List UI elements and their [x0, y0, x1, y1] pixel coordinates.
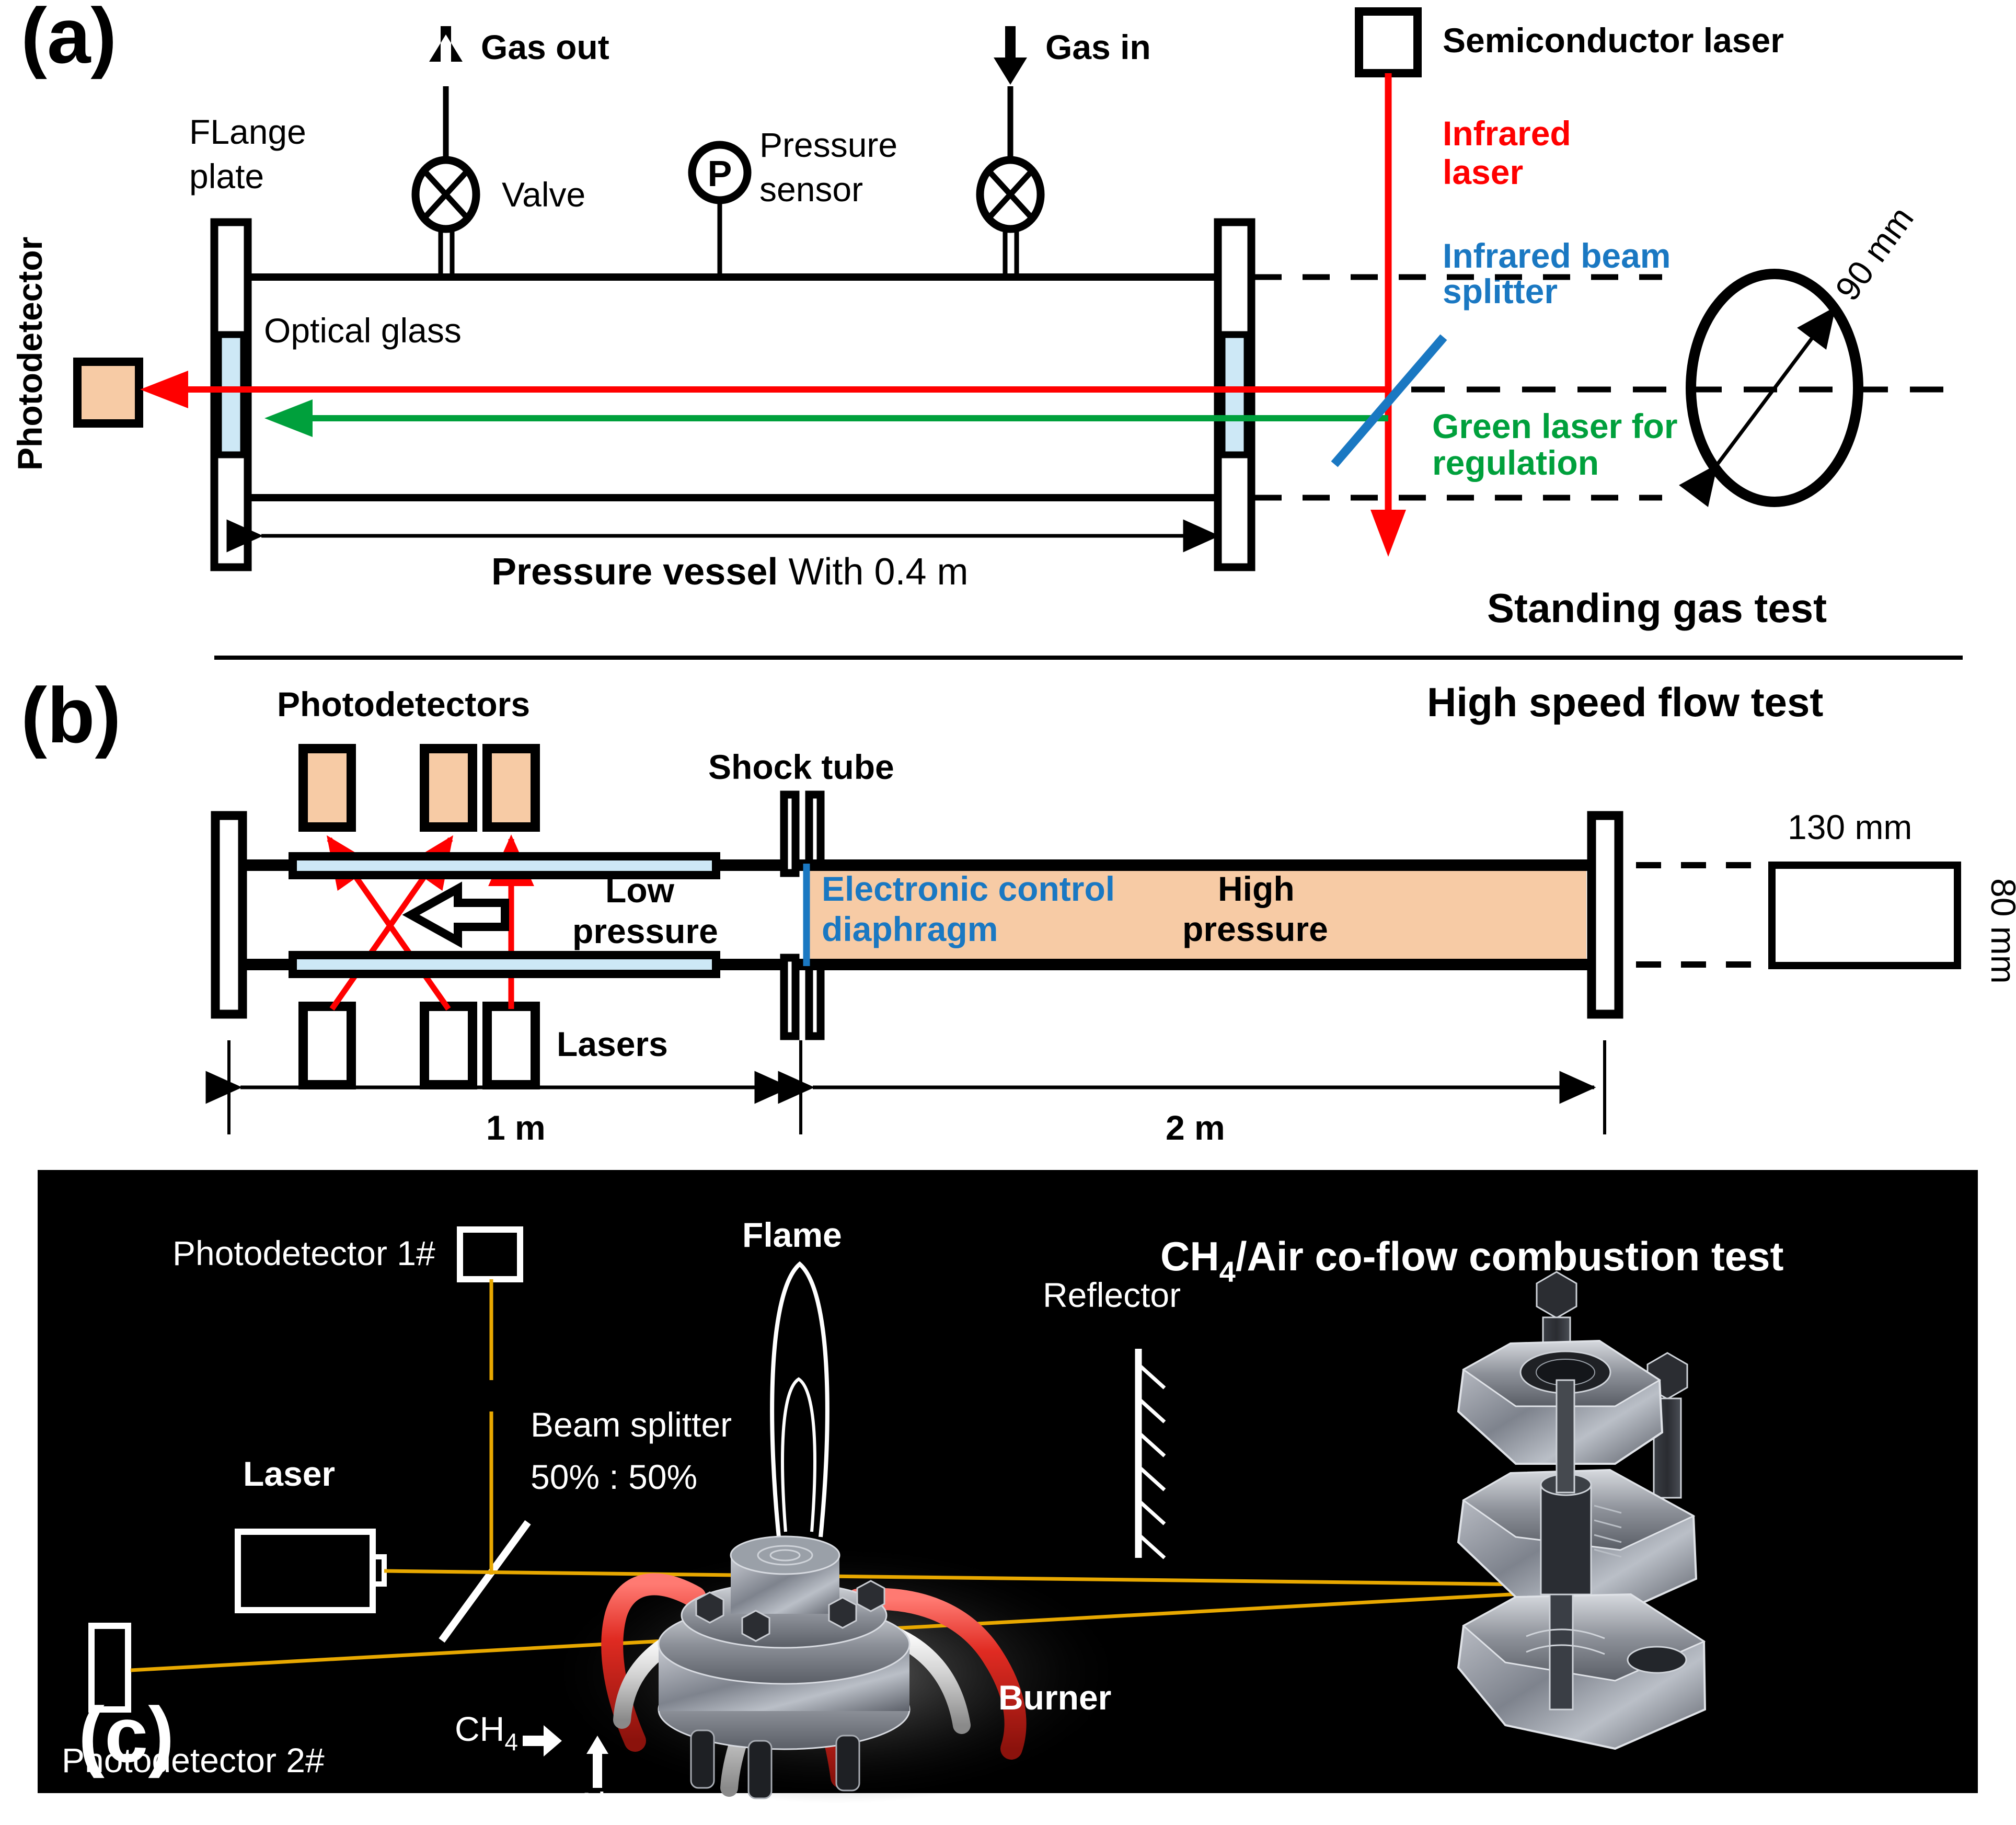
shock-tube-left-flange	[211, 811, 247, 1019]
shock-tube-cross-section	[1768, 862, 1961, 969]
pressure-sensor-label-1: Pressure	[759, 125, 897, 164]
cad-center-rod	[1556, 1379, 1575, 1494]
pressure-sensor-icon: P	[688, 141, 752, 277]
laser-box-3	[482, 1002, 540, 1089]
photodetector-box-1	[298, 744, 356, 832]
green-beam-arrow	[264, 399, 313, 437]
panel-a-id: (a)	[21, 0, 117, 79]
photodetector-1-label: Photodetector 1#	[172, 1234, 435, 1272]
high-pressure-label-2: pressure	[1182, 910, 1328, 948]
infrared-beam-arrowhead	[1370, 510, 1406, 557]
section-width-label: 130 mm	[1788, 808, 1912, 846]
burner-label: Burner	[998, 1678, 1111, 1717]
low-pressure-label-1: Low	[605, 871, 675, 910]
vessel-length-label: Pressure vessel With 0.4 m	[491, 551, 969, 593]
flange-plate-label-1: FLange	[189, 112, 306, 151]
photodetector-2-label: Photodetector 2#	[62, 1741, 325, 1780]
panel-c-title-sub: 4	[1219, 1255, 1236, 1288]
panel-a: (a) Gas out Gas in Valve P Pressure sens…	[10, 0, 1965, 631]
shock-tube-right-flange	[1587, 811, 1623, 1019]
gas-in-label: Gas in	[1045, 28, 1151, 66]
diaphragm-label-1: Electronic control	[822, 869, 1115, 908]
gas-out-label: Gas out	[481, 28, 609, 66]
pressure-sensor-label-2: sensor	[759, 170, 863, 209]
valve-gas-out-icon	[411, 156, 480, 277]
flange-plate-label-2: plate	[189, 157, 264, 196]
infrared-laser-label-2: laser	[1443, 153, 1523, 191]
optical-glass-right	[1218, 331, 1251, 458]
panel-b: (b) High speed flow test Photodetectors …	[21, 671, 2016, 1147]
left-flange-plate	[210, 218, 252, 571]
vessel-length-bold: Pressure vessel	[491, 551, 778, 593]
photodetector-box-2	[420, 744, 477, 832]
vessel-length-rest: With 0.4 m	[778, 551, 968, 593]
photodetectors-label: Photodetectors	[277, 685, 530, 724]
ch4-prefix: CH	[455, 1709, 504, 1748]
photodetector-box	[73, 358, 143, 428]
pressure-sensor-symbol: P	[708, 153, 732, 194]
burner-nozzle-top	[730, 1535, 840, 1575]
air-label: Air	[575, 1785, 617, 1824]
dim-driven-label: 1 m	[486, 1108, 546, 1147]
panel-c-title-prefix: CH	[1160, 1233, 1219, 1279]
shock-flow-arrow-icon	[402, 881, 509, 948]
gas-in-arrow-icon	[994, 26, 1027, 85]
semiconductor-laser-label: Semiconductor laser	[1443, 21, 1784, 60]
photodetector-box-3	[482, 744, 540, 832]
diaphragm-label-2: diaphragm	[822, 910, 998, 948]
driven-window-bottom	[289, 951, 720, 978]
infrared-beam-detector-arrow	[140, 371, 188, 408]
ch4-sub: 4	[504, 1728, 518, 1755]
beam-splitter-label-1: Infrared beam	[1443, 236, 1671, 275]
gas-out-group: Gas out	[429, 26, 609, 162]
flame-label: Flame	[742, 1215, 842, 1254]
infrared-laser-label-1: Infrared	[1443, 114, 1571, 153]
laser-label: Laser	[243, 1454, 335, 1493]
beam-splitter-label-2: 50% : 50%	[531, 1457, 697, 1496]
green-laser-label-2: regulation	[1432, 443, 1599, 482]
low-pressure-label-2: pressure	[572, 912, 718, 950]
gas-out-arrow-icon	[429, 26, 463, 62]
figure-root: (a) Gas out Gas in Valve P Pressure sens…	[0, 0, 2016, 1825]
beam-splitter-label-1: Beam splitter	[531, 1405, 732, 1444]
panel-a-title: Standing gas test	[1487, 585, 1827, 631]
laser-box-1	[298, 1002, 356, 1089]
optical-glass-label: Optical glass	[264, 311, 462, 350]
optical-glass-left	[215, 331, 247, 458]
panel-c: (c) CH4/Air co-flow combustion test Phot…	[38, 1170, 1978, 1824]
section-height-label: 80 mm	[1984, 878, 2016, 984]
lasers-label: Lasers	[557, 1025, 668, 1063]
semiconductor-laser-box	[1355, 7, 1422, 77]
dim-driver-label: 2 m	[1166, 1108, 1225, 1147]
gas-in-group: Gas in	[994, 26, 1151, 162]
valve-gas-in-icon	[976, 156, 1045, 277]
bore-diameter-label: 90 mm	[1827, 200, 1920, 308]
reflector-label: Reflector	[1043, 1276, 1181, 1314]
laser-box-2	[420, 1002, 477, 1089]
high-pressure-label-1: High	[1218, 869, 1295, 908]
valve-label: Valve	[502, 175, 585, 214]
panel-b-id: (b)	[21, 671, 121, 759]
shock-tube-label: Shock tube	[708, 748, 894, 786]
panel-c-title-suffix: /Air co-flow combustion test	[1236, 1233, 1784, 1279]
section-extension-lines	[1636, 862, 1785, 968]
green-laser-label-1: Green laser for	[1432, 407, 1678, 445]
photodetector-label: Photodetector	[10, 237, 49, 470]
panel-b-title: High speed flow test	[1427, 679, 1823, 725]
right-flange-plate	[1214, 218, 1255, 571]
